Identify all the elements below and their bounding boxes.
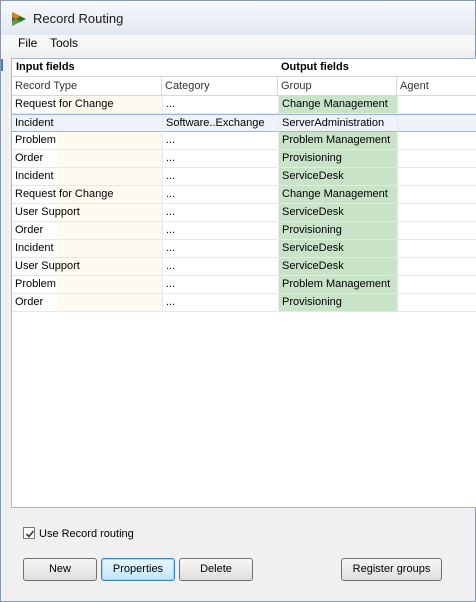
title-bar[interactable]: Record Routing xyxy=(1,1,475,36)
cell-category[interactable]: ... xyxy=(162,240,278,257)
cell-agent[interactable] xyxy=(397,115,476,132)
cell-record-type[interactable]: Order xyxy=(12,222,162,239)
table-row[interactable]: Order... Provisioning xyxy=(12,222,476,240)
cell-record-type[interactable]: Request for Change xyxy=(12,96,162,113)
output-fields-header: Output fields xyxy=(281,59,349,76)
cell-group[interactable]: Change Management xyxy=(278,186,397,203)
cell-category[interactable]: ... xyxy=(162,132,278,149)
column-group[interactable]: Group xyxy=(278,77,397,95)
menu-bar: File Tools xyxy=(1,35,475,51)
cell-category[interactable]: ... xyxy=(162,150,278,167)
table-row[interactable]: Incident Software..Exchange ServerAdminist… xyxy=(12,114,476,132)
window-edge-marker xyxy=(1,59,3,71)
cell-record-type[interactable]: Incident xyxy=(12,240,162,257)
cell-group[interactable]: ServiceDesk xyxy=(278,168,397,185)
table-row[interactable]: User Support... ServiceDesk xyxy=(12,204,476,222)
column-record-type[interactable]: Record Type xyxy=(12,77,162,95)
table-row[interactable]: Order... Provisioning xyxy=(12,150,476,168)
cell-record-type[interactable]: Problem xyxy=(12,276,162,293)
cell-agent[interactable] xyxy=(397,258,476,275)
cell-agent[interactable] xyxy=(397,276,476,293)
table-row[interactable]: Problem... Problem Management xyxy=(12,276,476,294)
window-title: Record Routing xyxy=(33,11,124,26)
cell-record-type[interactable]: Incident xyxy=(12,168,162,185)
properties-button[interactable]: Properties xyxy=(101,558,175,581)
cell-category[interactable]: Software..Exchange xyxy=(162,115,278,132)
cell-agent[interactable] xyxy=(397,294,476,311)
cell-group[interactable]: ServiceDesk xyxy=(278,204,397,221)
cell-category[interactable]: ... xyxy=(162,276,278,293)
routing-table: Input fields Output fields Record Type C… xyxy=(11,58,476,508)
cell-group[interactable]: Change Management xyxy=(278,96,397,113)
cell-group[interactable]: Problem Management xyxy=(278,132,397,149)
cell-group[interactable]: ServiceDesk xyxy=(278,258,397,275)
cell-category[interactable]: ... xyxy=(162,258,278,275)
cell-category[interactable]: ... xyxy=(162,96,278,113)
checkmark-icon xyxy=(25,530,35,538)
cell-category[interactable]: ... xyxy=(162,222,278,239)
cell-record-type[interactable]: Problem xyxy=(12,132,162,149)
new-button[interactable]: New xyxy=(23,558,97,581)
cell-category[interactable]: ... xyxy=(162,168,278,185)
cell-agent[interactable] xyxy=(397,150,476,167)
table-row[interactable]: User Support... ServiceDesk xyxy=(12,258,476,276)
cell-group[interactable]: Problem Management xyxy=(278,276,397,293)
cell-category[interactable]: ... xyxy=(162,294,278,311)
cell-agent[interactable] xyxy=(397,168,476,185)
table-row[interactable]: Order... Provisioning xyxy=(12,294,476,312)
cell-category[interactable]: ... xyxy=(162,186,278,203)
table-row[interactable]: Problem... Problem Management xyxy=(12,132,476,150)
cell-group[interactable]: Provisioning xyxy=(278,294,397,311)
cell-agent[interactable] xyxy=(397,222,476,239)
cell-record-type[interactable]: Order xyxy=(12,294,162,311)
cell-record-type[interactable]: Request for Change xyxy=(12,186,162,203)
cell-record-type[interactable]: User Support xyxy=(12,258,162,275)
table-row[interactable]: Incident... ServiceDesk xyxy=(12,168,476,186)
use-routing-label: Use Record routing xyxy=(39,528,134,540)
cell-group[interactable]: Provisioning xyxy=(278,222,397,239)
app-icon xyxy=(11,11,27,27)
cell-group[interactable]: Provisioning xyxy=(278,150,397,167)
record-routing-window: Record Routing File Tools Input fields O… xyxy=(0,0,476,602)
use-routing-checkbox[interactable] xyxy=(23,527,35,539)
cell-record-type[interactable]: User Support xyxy=(12,204,162,221)
register-groups-button[interactable]: Register groups xyxy=(341,558,442,581)
menu-tools[interactable]: Tools xyxy=(50,36,78,50)
cell-agent[interactable] xyxy=(397,204,476,221)
cell-group[interactable]: ServerAdministration xyxy=(278,115,397,132)
column-category[interactable]: Category xyxy=(162,77,278,95)
cell-agent[interactable] xyxy=(397,96,476,113)
table-row[interactable]: Request for Change... Change Management xyxy=(12,96,476,114)
cell-record-type[interactable]: Order xyxy=(12,150,162,167)
table-row[interactable]: Incident... ServiceDesk xyxy=(12,240,476,258)
cell-agent[interactable] xyxy=(397,240,476,257)
input-fields-header: Input fields xyxy=(16,59,75,76)
cell-agent[interactable] xyxy=(397,132,476,149)
column-agent[interactable]: Agent xyxy=(397,77,476,95)
cell-record-type[interactable]: Incident xyxy=(12,115,162,132)
delete-button[interactable]: Delete xyxy=(179,558,253,581)
cell-group[interactable]: ServiceDesk xyxy=(278,240,397,257)
menu-file[interactable]: File xyxy=(18,36,37,50)
cell-agent[interactable] xyxy=(397,186,476,203)
table-row[interactable]: Request for Change... Change Management xyxy=(12,186,476,204)
cell-category[interactable]: ... xyxy=(162,204,278,221)
